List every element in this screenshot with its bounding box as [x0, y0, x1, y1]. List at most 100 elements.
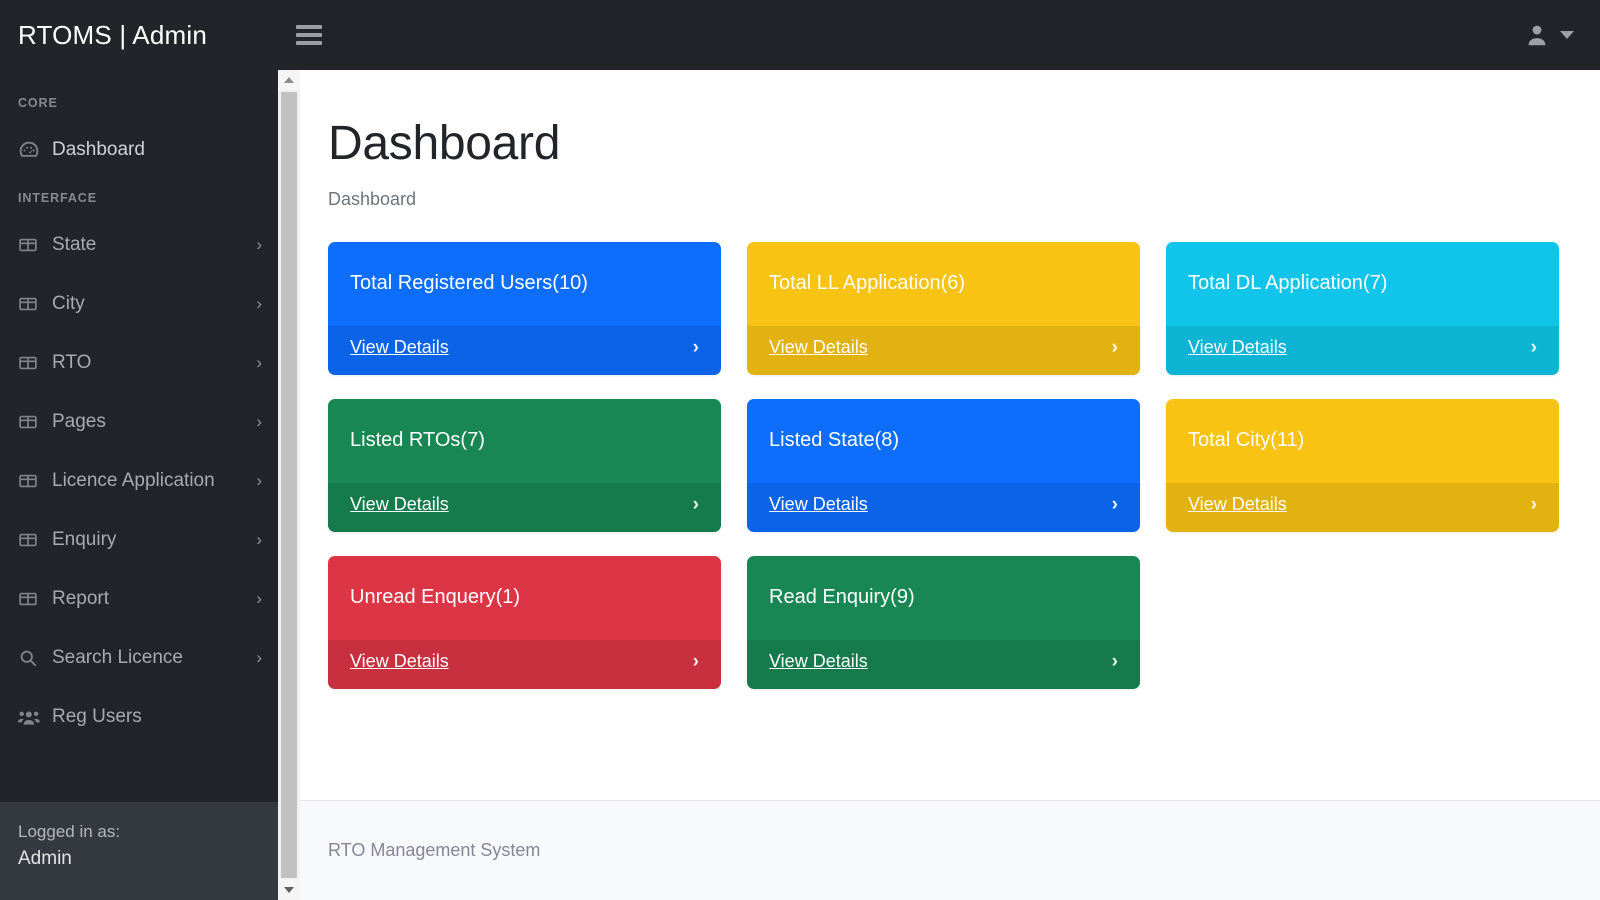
main-area: Dashboard Dashboard Total Registered Use…	[278, 0, 1600, 900]
sidebar-item-dashboard[interactable]: Dashboard	[0, 120, 278, 179]
view-details-link[interactable]: View Details	[769, 651, 868, 672]
chevron-right-icon: ›	[1111, 493, 1118, 515]
sidebar-item-pages[interactable]: Pages ›	[0, 392, 278, 451]
view-details-link[interactable]: View Details	[1188, 494, 1287, 515]
stat-card-title: Total DL Application(7)	[1188, 271, 1388, 294]
stat-card-title: Listed RTOs(7)	[350, 428, 485, 451]
footer-text: RTO Management System	[328, 840, 541, 860]
sidebar-item-label: Reg Users	[52, 705, 142, 727]
stat-card-footer[interactable]: View Details ›	[328, 639, 721, 689]
sidebar-item-label: Pages	[52, 410, 106, 432]
app-root: RTOMS | Admin CORE Dashboard INTERFACE Stat…	[0, 0, 1600, 900]
stat-card[interactable]: Total LL Application(6) View Details ›	[747, 241, 1140, 375]
stat-card-grid: Total Registered Users(10) View Details › T…	[328, 241, 1576, 689]
user-icon	[1524, 22, 1550, 48]
view-details-link[interactable]: View Details	[769, 494, 868, 515]
content-scrollbar[interactable]	[278, 70, 300, 900]
breadcrumb: Dashboard	[328, 188, 417, 209]
chevron-right-icon: ›	[692, 650, 699, 672]
scrollbar-track[interactable]	[278, 90, 300, 880]
logged-in-label: Logged in as:	[18, 822, 121, 841]
users-icon	[18, 707, 44, 727]
sidebar-item-search-licence[interactable]: Search Licence ›	[0, 628, 278, 687]
hamburger-icon[interactable]	[296, 25, 322, 45]
sidebar-item-label: Dashboard	[52, 138, 145, 160]
sidebar-footer: Logged in as: Admin	[0, 802, 278, 900]
scroll-up-arrow-icon[interactable]	[278, 70, 300, 90]
stat-card[interactable]: Read Enquiry(9) View Details ›	[747, 555, 1140, 689]
sidebar-item-label: Enquiry	[52, 528, 117, 550]
stat-card-title: Total LL Application(6)	[769, 271, 966, 294]
chevron-right-icon: ›	[692, 336, 699, 358]
logged-in-username: Admin	[18, 848, 72, 869]
view-details-link[interactable]: View Details	[1188, 337, 1287, 358]
chevron-right-icon: ›	[256, 470, 262, 490]
sidebar-item-label: State	[52, 233, 97, 255]
stat-card-footer[interactable]: View Details ›	[747, 482, 1140, 532]
sidebar-item-licence-application[interactable]: Licence Application ›	[0, 451, 278, 510]
sidebar-item-label: Report	[52, 587, 110, 609]
sidebar-item-rto[interactable]: RTO ›	[0, 333, 278, 392]
columns-icon	[18, 412, 44, 432]
chevron-right-icon: ›	[256, 588, 262, 608]
chevron-right-icon: ›	[1530, 493, 1537, 515]
stat-card-footer[interactable]: View Details ›	[1166, 325, 1559, 375]
stat-card-footer[interactable]: View Details ›	[1166, 482, 1559, 532]
sidebar-section-heading: CORE	[18, 96, 58, 110]
sidebar-item-label: Search Licence	[52, 646, 183, 668]
view-details-link[interactable]: View Details	[350, 494, 449, 515]
sidebar-item-label: RTO	[52, 351, 92, 373]
sidebar-nav: CORE Dashboard INTERFACE State › City › RTO › Pag…	[0, 70, 278, 802]
brand-title[interactable]: RTOMS | Admin	[0, 0, 278, 70]
stat-card[interactable]: Listed State(8) View Details ›	[747, 398, 1140, 532]
stat-card[interactable]: Total City(11) View Details ›	[1166, 398, 1559, 532]
chevron-right-icon: ›	[256, 411, 262, 431]
stat-card[interactable]: Listed RTOs(7) View Details ›	[328, 398, 721, 532]
stat-card-title: Total Registered Users(10)	[350, 271, 588, 294]
sidebar-item-report[interactable]: Report ›	[0, 569, 278, 628]
columns-icon	[18, 235, 44, 255]
content-inner: Dashboard Dashboard Total Registered Use…	[300, 117, 1600, 800]
chevron-right-icon: ›	[256, 293, 262, 313]
stat-card-footer[interactable]: View Details ›	[328, 325, 721, 375]
view-details-link[interactable]: View Details	[350, 651, 449, 672]
stat-card-title: Read Enquiry(9)	[769, 585, 915, 608]
page-title: Dashboard	[328, 117, 561, 170]
columns-icon	[18, 589, 44, 609]
stat-card-footer[interactable]: View Details ›	[747, 639, 1140, 689]
stat-card-title: Total City(11)	[1188, 428, 1305, 451]
chevron-right-icon: ›	[692, 493, 699, 515]
chevron-right-icon: ›	[1530, 336, 1537, 358]
chevron-right-icon: ›	[1111, 336, 1118, 358]
chevron-right-icon: ›	[256, 234, 262, 254]
view-details-link[interactable]: View Details	[350, 337, 449, 358]
stat-card-title: Unread Enquery(1)	[350, 585, 521, 608]
stat-card-footer[interactable]: View Details ›	[328, 482, 721, 532]
columns-icon	[18, 530, 44, 550]
sidebar-section-heading: INTERFACE	[18, 191, 97, 205]
tachometer-icon	[18, 139, 44, 161]
chevron-right-icon: ›	[256, 352, 262, 372]
content-wrapper: Dashboard Dashboard Total Registered Use…	[278, 70, 1600, 900]
scrollbar-thumb[interactable]	[280, 92, 297, 878]
view-details-link[interactable]: View Details	[769, 337, 868, 358]
sidebar-item-reg-users[interactable]: Reg Users	[0, 687, 278, 746]
sidebar-item-label: City	[52, 292, 85, 314]
search-icon	[18, 648, 44, 668]
columns-icon	[18, 353, 44, 373]
user-menu-button[interactable]	[1524, 22, 1574, 48]
chevron-right-icon: ›	[256, 647, 262, 667]
columns-icon	[18, 471, 44, 491]
scroll-down-arrow-icon[interactable]	[278, 880, 300, 900]
sidebar-item-city[interactable]: City ›	[0, 274, 278, 333]
stat-card-footer[interactable]: View Details ›	[747, 325, 1140, 375]
stat-card[interactable]: Unread Enquery(1) View Details ›	[328, 555, 721, 689]
sidebar-item-label: Licence Application	[52, 469, 215, 491]
stat-card[interactable]: Total Registered Users(10) View Details ›	[328, 241, 721, 375]
content-footer: RTO Management System	[300, 800, 1600, 900]
sidebar-item-enquiry[interactable]: Enquiry ›	[0, 510, 278, 569]
sidebar-item-state[interactable]: State ›	[0, 215, 278, 274]
chevron-right-icon: ›	[256, 529, 262, 549]
caret-down-icon	[1560, 31, 1574, 39]
stat-card[interactable]: Total DL Application(7) View Details ›	[1166, 241, 1559, 375]
